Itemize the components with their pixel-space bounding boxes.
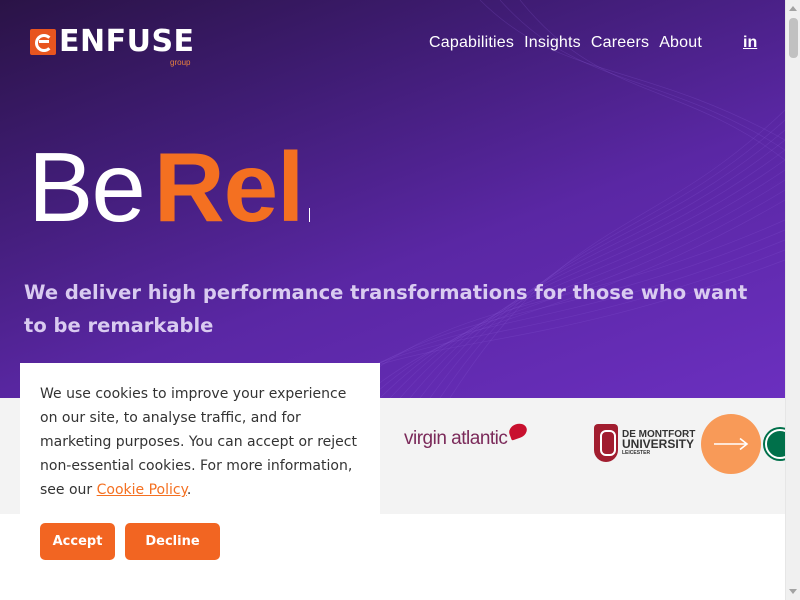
scrollbar-thumb[interactable]	[789, 18, 798, 58]
scroll-down-arrow-icon[interactable]	[789, 589, 797, 594]
nav-item-capabilities[interactable]: Capabilities	[429, 34, 514, 52]
client-logo-virgin-atlantic: virgin atlantic	[404, 421, 530, 450]
cookie-policy-link[interactable]: Cookie Policy	[97, 482, 187, 498]
client-logo-de-montfort: DE MONTFORT UNIVERSITY LEICESTER	[594, 424, 695, 462]
cookie-message-text: We use cookies to improve your experienc…	[40, 386, 357, 498]
cookie-message-suffix: .	[186, 482, 192, 498]
virgin-flag-icon	[507, 421, 530, 441]
page-scrollbar[interactable]	[785, 0, 800, 600]
brand-name: ENFUSE	[59, 24, 195, 59]
client-logo-starbucks	[765, 429, 785, 459]
linkedin-icon[interactable]: in	[743, 34, 757, 52]
nav-item-careers[interactable]: Careers	[591, 34, 649, 52]
nav-item-about[interactable]: About	[659, 34, 702, 52]
accept-cookies-button[interactable]: Accept	[40, 523, 115, 560]
cookie-message: We use cookies to improve your experienc…	[40, 382, 360, 502]
scroll-up-arrow-icon[interactable]	[789, 6, 797, 11]
decline-cookies-button[interactable]: Decline	[125, 523, 220, 560]
dmu-line-3: LEICESTER	[622, 449, 651, 456]
headline-prefix: Be	[28, 132, 146, 242]
hero-tagline: We deliver high performance transformati…	[24, 281, 748, 337]
arrow-right-icon	[714, 437, 749, 451]
brand-subtitle: group	[170, 58, 191, 67]
headline-typed-word: Rel	[153, 132, 305, 242]
virgin-atlantic-wordmark: virgin atlantic	[404, 428, 508, 449]
typing-caret	[309, 208, 311, 222]
cookie-consent-banner: We use cookies to improve your experienc…	[20, 363, 380, 600]
brand-logo[interactable]: ENFUSE group	[30, 24, 195, 68]
dmu-wordmark: DE MONTFORT UNIVERSITY LEICESTER	[622, 429, 695, 457]
hero-headline: Be Rel	[28, 132, 311, 242]
dmu-line-2: UNIVERSITY	[622, 436, 695, 451]
hero-section: ENFUSE group Capabilities Insights Caree…	[0, 0, 785, 398]
carousel-next-button[interactable]	[701, 414, 761, 474]
enfuse-e-icon	[30, 29, 56, 55]
dmu-crest-icon	[594, 424, 618, 462]
nav-item-insights[interactable]: Insights	[524, 34, 581, 52]
main-nav: Capabilities Insights Careers About	[429, 34, 702, 52]
cookie-actions: Accept Decline	[40, 523, 220, 560]
